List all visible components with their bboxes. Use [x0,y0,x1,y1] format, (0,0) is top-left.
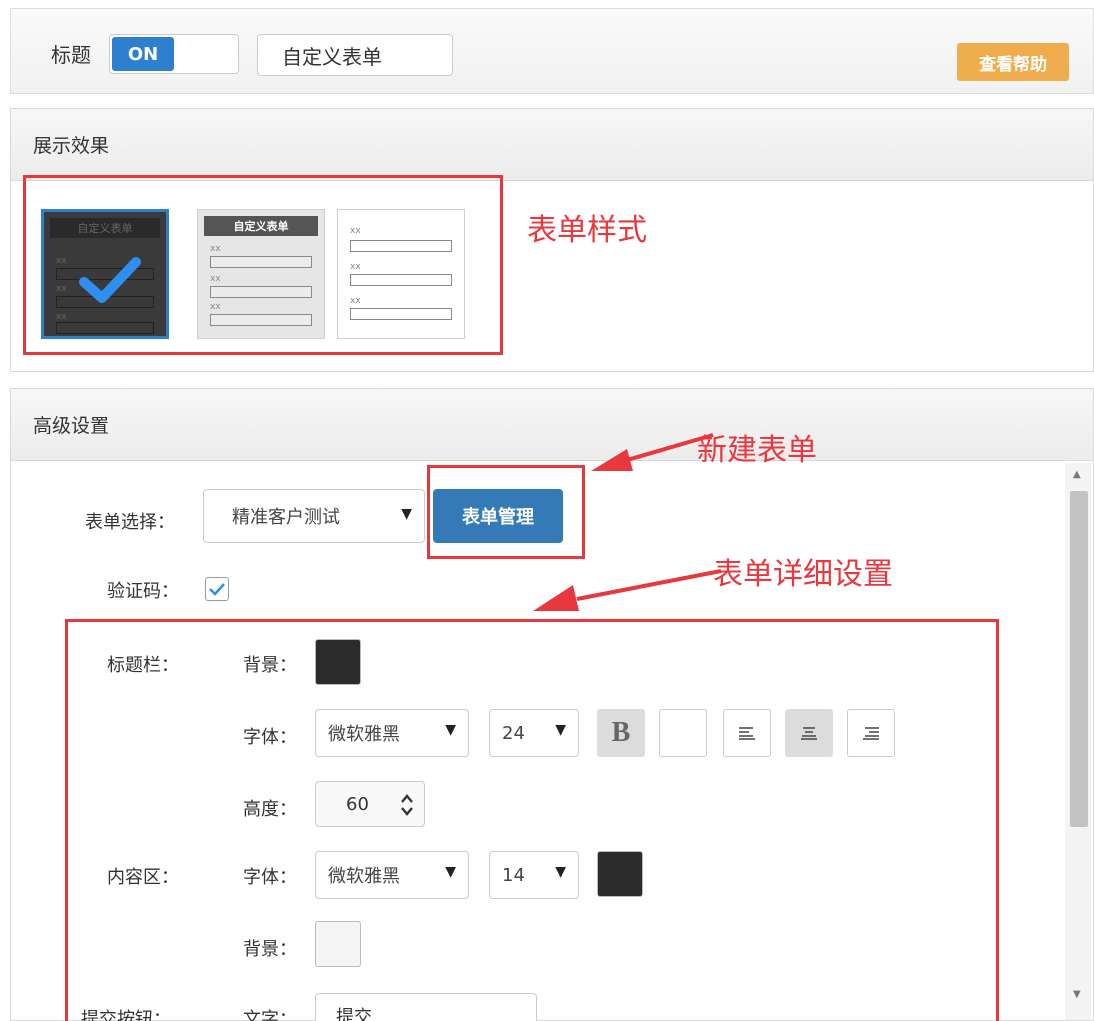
align-right-button[interactable] [847,709,895,757]
thumb-field-tag: xx [210,244,221,254]
title-input[interactable]: 自定义表单 [257,34,453,76]
display-effect-header: 展示效果 [11,109,1093,181]
form-select-label: 表单选择： [85,512,175,533]
align-left-button[interactable] [723,709,771,757]
content-bg-label: 背景： [243,939,297,960]
form-style-grey-thumb[interactable]: 自定义表单 xx xx xx [197,209,325,339]
thumb-field-tag: xx [350,296,361,306]
content-size-select[interactable]: 14 ▼ [489,851,579,899]
align-center-icon [801,727,817,740]
thumb-field-tag: xx [350,226,361,236]
form-style-dark-thumb[interactable]: 自定义表单 xx xx xx [41,209,169,339]
align-right-icon [863,727,879,740]
advanced-settings-panel: 高级设置 新建表单 表单详细设置 表单选择： 精准客户测试 ▼ 表单管理 验证码… [10,388,1094,1021]
thumb-field [350,308,452,320]
titlebar-size-select[interactable]: 24 ▼ [489,709,579,757]
form-style-white-thumb[interactable]: xx xx xx [337,209,465,339]
height-value: 60 [346,793,369,815]
submit-text-label: 文字： [243,1009,297,1021]
titlebar-size-value: 24 [502,722,525,744]
thumb-field [56,322,154,334]
scrollbar[interactable]: ▲ ▼ [1065,463,1091,1020]
thumb-field [210,256,312,268]
scroll-down-icon[interactable]: ▼ [1073,989,1081,1000]
advanced-settings-title: 高级设置 [33,415,110,437]
content-label: 内容区： [107,867,179,888]
thumb-field-tag: xx [56,256,67,266]
content-font-value: 微软雅黑 [328,866,400,887]
check-icon [209,583,225,596]
form-select[interactable]: 精准客户测试 ▼ [203,489,425,543]
titlebar-font-color-swatch[interactable] [659,709,707,757]
submit-text-value: 提交 [336,1007,372,1021]
content-bg-swatch[interactable] [315,921,361,967]
display-effect-panel: 展示效果 自定义表单 xx xx xx 自定义表单 xx xx xx xx xx… [10,108,1094,372]
titlebar-bg-label: 背景： [243,655,297,676]
thumb-title-bar: 自定义表单 [50,218,160,238]
display-effect-title: 展示效果 [33,135,110,157]
thumb-title-bar: 自定义表单 [204,216,318,236]
thumb-field [210,286,312,298]
captcha-label: 验证码： [107,581,179,602]
content-size-value: 14 [502,864,525,886]
thumb-field-tag: xx [56,284,67,294]
align-center-button[interactable] [785,709,833,757]
thumb-field [350,240,452,252]
submit-text-input[interactable]: 提交 [315,993,537,1021]
chevron-down-icon: ▼ [555,722,566,738]
submit-label: 提交按钮： [81,1009,171,1021]
detail-highlight-box [65,619,999,1021]
content-font-label: 字体： [243,867,297,888]
form-detail-annotation: 表单详细设置 [713,557,893,592]
form-style-annotation: 表单样式 [527,213,647,248]
form-manage-button[interactable]: 表单管理 [433,489,563,543]
content-font-color-swatch[interactable] [597,851,643,897]
chevron-down-icon: ▼ [401,506,412,522]
chevron-down-icon: ▼ [445,722,456,738]
form-select-value: 精准客户测试 [232,507,340,528]
titlebar-label: 标题栏： [107,655,179,676]
height-label: 高度： [243,799,297,820]
title-toggle[interactable]: ON [109,34,239,74]
title-label: 标题 [51,43,91,67]
titlebar-font-select[interactable]: 微软雅黑 ▼ [315,709,469,757]
chevron-down-icon: ▼ [555,864,566,880]
bold-button[interactable]: B [597,709,645,757]
stepper-arrows-icon [401,794,413,816]
bold-label: B [611,717,631,748]
captcha-checkbox[interactable] [205,577,229,601]
thumb-field [350,274,452,286]
title-settings-bar: 标题 ON 自定义表单 查看帮助 [10,8,1094,94]
titlebar-font-value: 微软雅黑 [328,724,400,745]
content-font-select[interactable]: 微软雅黑 ▼ [315,851,469,899]
help-button[interactable]: 查看帮助 [957,43,1069,81]
thumb-field-tag: xx [210,274,221,284]
titlebar-bg-swatch[interactable] [315,639,361,685]
chevron-down-icon: ▼ [445,864,456,880]
scroll-up-icon[interactable]: ▲ [1073,469,1081,480]
height-stepper[interactable]: 60 [315,781,425,827]
arrow-to-manage-icon [591,433,714,471]
align-left-icon [739,727,755,740]
toggle-on-label: ON [112,37,174,71]
selected-check-icon [79,257,141,303]
thumb-field-tag: xx [210,302,221,312]
thumb-field-tag: xx [56,312,67,322]
thumb-field [210,314,312,326]
thumb-field-tag: xx [350,262,361,272]
arrow-to-detail-icon [533,569,722,611]
scrollbar-thumb[interactable] [1070,491,1088,827]
titlebar-font-label: 字体： [243,727,297,748]
advanced-settings-header: 高级设置 [11,389,1093,461]
